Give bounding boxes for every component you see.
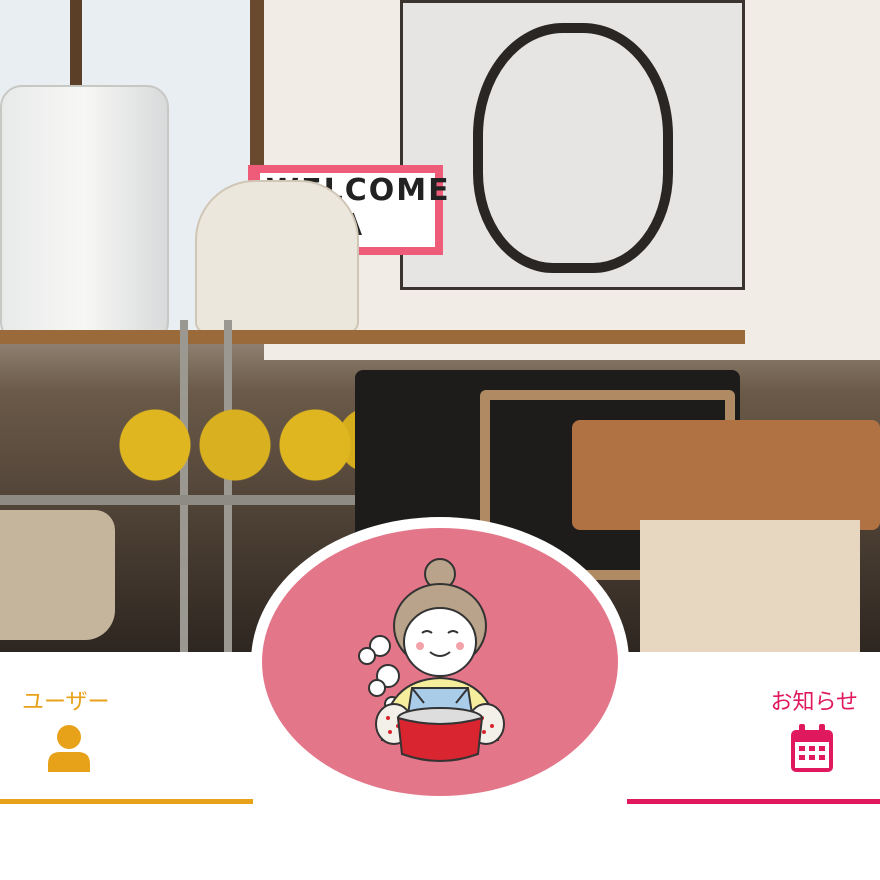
nav-user-underline [0,799,253,804]
face-poster [400,0,745,290]
cooking-grandma-logo [358,558,505,762]
wire-shelf-top [0,330,745,344]
wire-shelf-middle [0,495,380,505]
nav-user-label: ユーザー [22,690,110,715]
wooden-table [572,420,880,530]
nav-user-button[interactable]: ユーザー [0,652,253,804]
kettle [195,180,359,334]
nav-news-underline [627,799,880,804]
table-leg [640,520,860,652]
user-icon [48,725,90,772]
nav-news-label: お知らせ [770,690,858,715]
logo-background [262,528,618,796]
home-logo-button[interactable] [251,517,629,807]
glass-dispenser-jar [0,85,169,344]
yellow-mugs [115,395,395,490]
nav-news-button[interactable]: お知らせ [627,652,880,804]
cooking-pot [0,510,115,640]
calendar-icon [791,724,833,772]
